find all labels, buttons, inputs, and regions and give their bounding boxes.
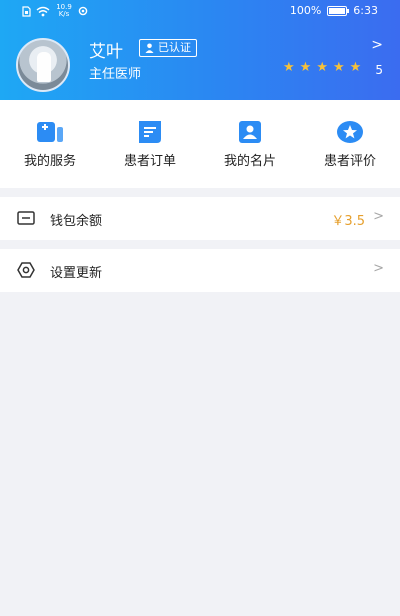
settings-label: 设置更新 (50, 266, 103, 281)
profile-header: 10.9 K/s 100% 6:33 艾叶 已认证 主任医师 > ★ ★ ★ ★… (0, 0, 400, 100)
star-icon: ★ (299, 60, 312, 75)
wifi-icon (36, 6, 50, 16)
doctor-name: 艾叶 (89, 42, 123, 62)
wallet-row[interactable]: 钱包余额 ￥3.5 > (0, 197, 400, 240)
sim-icon (22, 5, 31, 17)
chevron-right-icon: > (373, 209, 384, 224)
chevron-right-icon: > (373, 261, 384, 276)
verified-badge: 已认证 (139, 39, 197, 57)
network-speed: 10.9 K/s (55, 4, 73, 18)
card-icon (239, 121, 261, 143)
rating-value: 5 (375, 63, 383, 77)
status-right: 100% 6:33 (290, 4, 378, 17)
star-icon: ★ (332, 60, 345, 75)
wallet-label: 钱包余额 (50, 214, 103, 229)
user-icon (145, 43, 154, 53)
battery-icon (327, 5, 350, 16)
review-icon (337, 121, 363, 143)
wallet-balance: ￥3.5 (331, 214, 365, 229)
verified-label: 已认证 (158, 41, 191, 54)
menu-label: 患者订单 (123, 154, 176, 169)
status-bar: 10.9 K/s 100% 6:33 (0, 0, 400, 22)
settings-row[interactable]: 设置更新 > (0, 249, 400, 292)
avatar[interactable] (16, 38, 70, 92)
sync-icon (78, 6, 88, 16)
clock: 6:33 (353, 4, 378, 17)
star-icon: ★ (316, 60, 328, 75)
wallet-icon (17, 211, 35, 225)
menu-item-my-service[interactable]: 我的服务 (0, 100, 100, 188)
menu-label: 我的服务 (23, 154, 76, 169)
status-left: 10.9 K/s (22, 4, 88, 18)
network-speed-unit: K/s (58, 10, 70, 18)
service-icon (37, 122, 63, 142)
gear-icon (17, 262, 35, 278)
rating-stars: ★ ★ ★ ★ ★ (283, 61, 361, 75)
menu-item-my-card[interactable]: 我的名片 (200, 100, 300, 188)
profile-chevron-icon[interactable]: > (371, 37, 383, 53)
menu-label: 患者评价 (323, 154, 376, 169)
menu-item-patient-reviews[interactable]: 患者评价 (300, 100, 400, 188)
doctor-title: 主任医师 (89, 67, 142, 82)
battery-percent: 100% (289, 4, 322, 17)
quick-menu: 我的服务 患者订单 我的名片 患者评价 (0, 100, 400, 188)
star-icon: ★ (283, 60, 295, 75)
star-icon: ★ (349, 60, 362, 75)
menu-label: 我的名片 (223, 154, 276, 169)
order-icon (139, 121, 161, 143)
menu-item-patient-orders[interactable]: 患者订单 (100, 100, 200, 188)
